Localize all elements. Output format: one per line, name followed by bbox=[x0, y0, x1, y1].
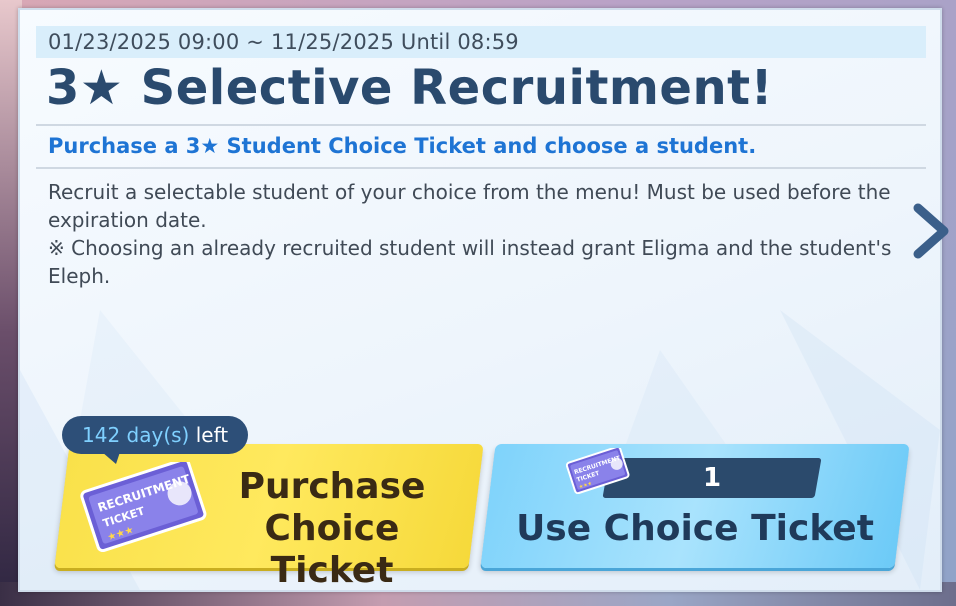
event-date-range: 01/23/2025 09:00 ~ 11/25/2025 Until 08:5… bbox=[36, 26, 926, 58]
days-left-suffix: left bbox=[195, 423, 229, 447]
use-button-label: Use Choice Ticket bbox=[516, 508, 874, 549]
banner-description: Recruit a selectable student of your cho… bbox=[48, 178, 898, 290]
description-line: Recruit a selectable student of your cho… bbox=[48, 180, 891, 232]
divider bbox=[36, 124, 926, 126]
use-choice-ticket-button[interactable]: 1 RECRUITMENT TICKET ★★★ Use Choice Tick… bbox=[480, 444, 910, 568]
ticket-count: 1 bbox=[702, 463, 722, 493]
days-left-badge: 142 day(s) left bbox=[62, 416, 249, 464]
recruitment-ticket-icon: RECRUITMENT TICKET ★★★ bbox=[80, 462, 207, 552]
recruitment-banner-panel: 01/23/2025 09:00 ~ 11/25/2025 Until 08:5… bbox=[18, 8, 942, 592]
recruitment-ticket-icon: RECRUITMENT TICKET ★★★ bbox=[566, 448, 630, 494]
chevron-right-icon[interactable] bbox=[908, 200, 956, 262]
page-title: 3★ Selective Recruitment! bbox=[46, 60, 773, 116]
purchase-button-label: Purchase Choice Ticket bbox=[238, 466, 426, 591]
divider bbox=[36, 167, 926, 169]
days-left-value: 142 day(s) bbox=[82, 423, 190, 447]
banner-subtitle: Purchase a 3★ Student Choice Ticket and … bbox=[48, 134, 757, 158]
purchase-choice-ticket-button[interactable]: RECRUITMENT TICKET ★★★ Purchase Choice T… bbox=[54, 444, 484, 591]
description-note: ※ Choosing an already recruited student … bbox=[48, 236, 892, 288]
